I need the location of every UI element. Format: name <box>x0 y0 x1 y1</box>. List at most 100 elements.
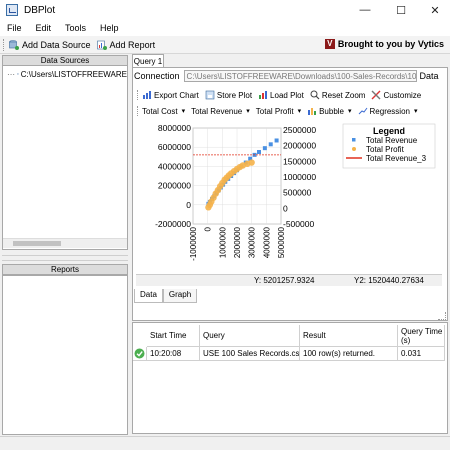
y-field-dropdown[interactable]: Total Revenue <box>191 107 250 116</box>
tab-data[interactable]: Data <box>420 71 439 81</box>
load-plot-label: Load Plot <box>270 90 304 100</box>
brand-label: Brought to you by Vytics <box>337 39 444 49</box>
tab-query-1[interactable]: Query 1 <box>132 54 164 68</box>
bar-chart-icon <box>308 108 317 115</box>
x-tick-label: 2000000 <box>233 226 242 258</box>
add-data-source-label: Add Data Source <box>22 39 91 50</box>
y2-tick-label: 1000000 <box>283 172 316 182</box>
table-cell-result: 100 row(s) returned. <box>300 347 398 361</box>
window-title: DBPlot <box>24 4 56 16</box>
legend-title: Legend <box>373 126 405 136</box>
data-sources-scrollbar[interactable] <box>3 238 127 248</box>
add-report-button[interactable]: Add Report <box>96 39 156 50</box>
menu-file[interactable]: File <box>0 23 29 33</box>
minimize-button[interactable]: — <box>348 0 382 20</box>
x-tick-label: 3000000 <box>248 226 257 258</box>
toolbar-grip <box>137 90 139 100</box>
x-tick-label: 4000000 <box>262 226 271 258</box>
connection-label: Connection <box>134 71 180 81</box>
revenue-point <box>262 146 267 151</box>
status-bar <box>0 436 450 450</box>
tab-graph-view[interactable]: Graph <box>162 289 198 303</box>
results-grid[interactable]: Start Time Query Result Query Time (s) 1… <box>132 322 448 434</box>
reports-header: Reports <box>2 264 128 275</box>
load-plot-button[interactable]: Load Plot <box>258 90 304 100</box>
menu-tools[interactable]: Tools <box>58 23 93 33</box>
menu-help[interactable]: Help <box>93 23 126 33</box>
legend-entry: Total Profit <box>366 145 405 154</box>
connection-field[interactable]: C:\Users\LISTOFFREEWARE\Downloads\100-Sa… <box>183 70 417 82</box>
magnifier-icon <box>310 90 320 100</box>
x-field-dropdown[interactable]: Total Cost <box>142 107 185 116</box>
y2-tick-label: -500000 <box>283 219 314 229</box>
col-header-query[interactable]: Query <box>200 325 300 347</box>
table-cell-query: USE 100 Sales Records.cs... <box>200 347 300 361</box>
y-tick-label: 8000000 <box>158 123 191 133</box>
close-button[interactable]: ✕ <box>418 0 450 20</box>
y-field-label: Total Revenue <box>191 106 243 116</box>
brand-link[interactable]: V Brought to you by Vytics <box>324 39 444 49</box>
chart-type-label: Bubble <box>319 106 344 116</box>
load-plot-icon <box>259 91 268 99</box>
connection-row: Connection C:\Users\LISTOFFREEWARE\Downl… <box>134 69 446 83</box>
legend-entry: Total Revenue_3 <box>366 154 427 163</box>
x-tick-label: -1000000 <box>189 226 198 260</box>
bottom-tabs: Data Graph <box>134 289 446 303</box>
tools-icon <box>371 90 381 100</box>
maximize-button[interactable]: ☐ <box>384 0 418 20</box>
store-plot-label: Store Plot <box>216 90 253 100</box>
vytics-logo-icon: V <box>324 39 335 49</box>
chart-type-dropdown[interactable]: Bubble <box>307 106 351 116</box>
legend-dot-marker <box>352 147 356 151</box>
y-tick-label: 2000000 <box>158 181 191 191</box>
y2-field-label: Total Profit <box>255 106 294 116</box>
toolbar-grip <box>3 38 5 51</box>
reset-zoom-button[interactable]: Reset Zoom <box>310 90 366 100</box>
regression-label: Regression <box>369 106 410 116</box>
tree-connector-icon: ⋯ <box>7 69 15 79</box>
regression-dropdown[interactable]: Regression <box>358 106 418 116</box>
app-icon <box>6 4 18 16</box>
y2-field-dropdown[interactable]: Total Profit <box>256 107 301 116</box>
tab-data-view[interactable]: Data <box>134 289 163 303</box>
profit-point <box>248 159 255 166</box>
csv-file-icon <box>17 73 19 75</box>
regression-icon <box>358 107 367 115</box>
revenue-point <box>268 142 273 147</box>
resize-grip-icon[interactable] <box>438 312 446 320</box>
table-cell-query-time: 0.031 <box>398 347 445 361</box>
export-chart-icon <box>143 91 151 99</box>
store-plot-button[interactable]: Store Plot <box>205 90 252 100</box>
legend-square-marker <box>352 138 356 142</box>
col-header-query-time[interactable]: Query Time (s) <box>398 325 445 347</box>
y-tick-label: 6000000 <box>158 142 191 152</box>
y2-tick-label: 1500000 <box>283 156 316 166</box>
data-sources-tree[interactable]: ⋯ C:\Users\LISTOFFREEWARE <box>2 65 128 250</box>
col-header-result[interactable]: Result <box>300 325 398 347</box>
data-source-item[interactable]: ⋯ C:\Users\LISTOFFREEWARE <box>7 69 127 79</box>
reports-list[interactable] <box>2 275 128 435</box>
success-check-icon <box>134 348 145 359</box>
data-source-label: C:\Users\LISTOFFREEWARE <box>20 69 127 79</box>
reset-zoom-label: Reset Zoom <box>321 90 366 100</box>
export-chart-button[interactable]: Export Chart <box>142 90 199 100</box>
add-report-label: Add Report <box>109 39 156 50</box>
revenue-point <box>257 150 261 154</box>
scrollbar-thumb[interactable] <box>13 241 61 246</box>
cursor-y-readout: Y: 5201257.9324 <box>254 276 315 285</box>
col-header-start-time[interactable]: Start Time <box>147 325 200 347</box>
toolbar-grip <box>137 106 139 116</box>
chart-area[interactable]: 8000000 6000000 4000000 2000000 0 -2000000 250… <box>136 120 442 277</box>
x-field-label: Total Cost <box>142 106 178 116</box>
chart-svg[interactable]: 8000000 6000000 4000000 2000000 0 -2000000 250… <box>136 120 442 274</box>
add-data-source-button[interactable]: Add Data Source <box>9 40 91 50</box>
y-tick-label: -2000000 <box>155 219 191 229</box>
x-tick-label: 5000000 <box>277 226 286 258</box>
customize-button[interactable]: Customize <box>371 90 421 100</box>
store-plot-icon <box>205 90 215 100</box>
menu-edit[interactable]: Edit <box>29 23 59 33</box>
menu-bar: File Edit Tools Help <box>0 20 450 36</box>
y2-tick-label: 2000000 <box>283 141 316 151</box>
customize-label: Customize <box>383 90 422 100</box>
pane-splitter[interactable] <box>2 255 128 261</box>
